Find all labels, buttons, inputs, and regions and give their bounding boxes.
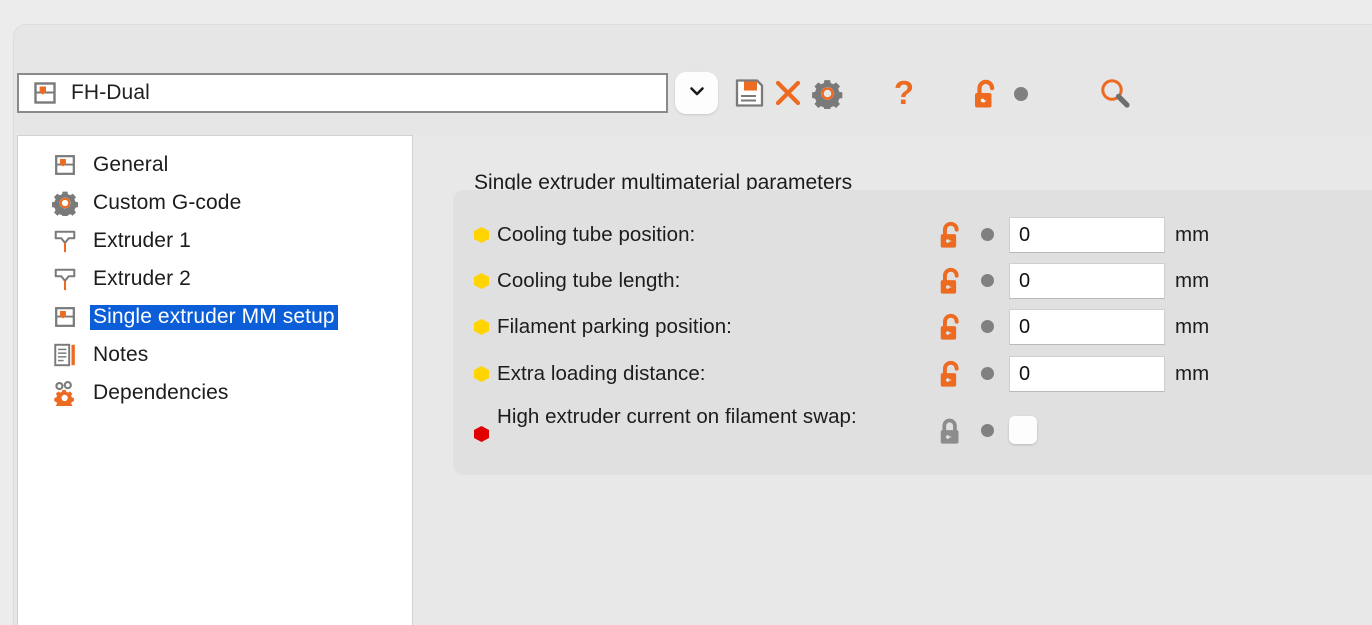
gears-dependencies-icon <box>52 380 78 406</box>
unlocked-padlock-icon[interactable] <box>937 267 965 295</box>
param-row-high-extruder-current: High extruder current on filament swap: <box>453 401 1372 459</box>
magnifier-icon <box>1097 76 1133 117</box>
preset-toolbar: FH-Dual ? <box>14 25 1372 120</box>
floppy-disk-icon <box>733 77 765 114</box>
system-value-dot[interactable] <box>981 228 994 241</box>
param-row-cooling-tube-position: Cooling tube position: 0 mm <box>453 217 1372 253</box>
save-preset-button[interactable] <box>731 78 767 112</box>
gear-icon <box>52 190 78 216</box>
yellow-hex-bullet <box>474 273 489 289</box>
help-button[interactable]: ? <box>886 74 922 117</box>
system-value-dot[interactable] <box>981 320 994 333</box>
notes-document-icon <box>52 342 78 368</box>
yellow-hex-bullet <box>474 227 489 243</box>
param-label: High extruder current on filament swap: <box>497 405 857 428</box>
high-extruder-current-checkbox[interactable] <box>1009 416 1037 444</box>
red-hex-bullet <box>474 426 489 442</box>
parameter-group-box: Cooling tube position: 0 mm Cooling tube… <box>453 190 1372 475</box>
question-mark-icon: ? <box>887 74 921 117</box>
sidebar-item-label: Custom G-code <box>93 190 242 214</box>
sidebar-item-general[interactable]: General <box>18 146 412 184</box>
system-value-dot[interactable] <box>1014 87 1028 101</box>
preset-combobox[interactable]: FH-Dual <box>17 73 668 113</box>
extra-loading-distance-input[interactable]: 0 <box>1009 356 1165 392</box>
unit-label: mm <box>1175 362 1210 385</box>
sidebar-item-custom-g-code[interactable]: Custom G-code <box>18 184 412 222</box>
param-row-extra-loading-distance: Extra loading distance: 0 mm <box>453 356 1372 392</box>
extruder-nozzle-icon <box>52 228 78 254</box>
close-x-icon <box>772 77 804 114</box>
sidebar-item-label: General <box>93 152 169 176</box>
system-value-dot[interactable] <box>981 367 994 380</box>
unit-label: mm <box>1175 269 1210 292</box>
sidebar-item-label: Notes <box>93 342 149 366</box>
printer-preset-icon <box>31 81 59 105</box>
sidebar-item-label: Extruder 2 <box>93 266 191 290</box>
param-label: Extra loading distance: <box>497 362 706 385</box>
filament-parking-position-input[interactable]: 0 <box>1009 309 1165 345</box>
preset-dropdown-button[interactable] <box>675 72 718 114</box>
printer-preset-icon <box>52 152 78 178</box>
param-label: Filament parking position: <box>497 315 732 338</box>
preset-name-value: FH-Dual <box>71 81 150 104</box>
sidebar-item-label: Extruder 1 <box>93 228 191 252</box>
unlocked-padlock-icon <box>971 79 1001 116</box>
lock-toggle-button[interactable] <box>969 79 1003 115</box>
param-row-filament-parking-position: Filament parking position: 0 mm <box>453 309 1372 345</box>
printer-preset-icon <box>52 304 78 330</box>
sidebar-item-extruder-1[interactable]: Extruder 1 <box>18 222 412 260</box>
sidebar-item-single-extruder-mm-setup[interactable]: Single extruder MM setup <box>18 298 412 336</box>
gear-icon <box>811 78 843 114</box>
unit-label: mm <box>1175 223 1210 246</box>
settings-nav-list[interactable]: General Custom G-code Extruder 1 Extrude… <box>17 135 413 625</box>
param-row-cooling-tube-length: Cooling tube length: 0 mm <box>453 263 1372 299</box>
sidebar-item-extruder-2[interactable]: Extruder 2 <box>18 260 412 298</box>
delete-preset-button[interactable] <box>770 78 806 112</box>
chevron-down-icon <box>687 81 707 106</box>
cooling-tube-length-input[interactable]: 0 <box>1009 263 1165 299</box>
unlocked-padlock-icon[interactable] <box>937 313 965 341</box>
svg-text:?: ? <box>894 76 914 111</box>
system-value-dot[interactable] <box>981 274 994 287</box>
settings-content-panel: Single extruder multimaterial parameters… <box>414 135 1372 625</box>
search-button[interactable] <box>1096 77 1134 115</box>
sidebar-item-dependencies[interactable]: Dependencies <box>18 374 412 412</box>
unlocked-padlock-icon[interactable] <box>937 221 965 249</box>
sidebar-item-label: Single extruder MM setup <box>90 304 338 330</box>
locked-padlock-icon[interactable] <box>937 417 965 445</box>
sidebar-item-label: Dependencies <box>93 380 229 404</box>
cooling-tube-position-input[interactable]: 0 <box>1009 217 1165 253</box>
unlocked-padlock-icon[interactable] <box>937 360 965 388</box>
preferences-window: FH-Dual ? General Custom G-code Extruder… <box>14 25 1372 625</box>
yellow-hex-bullet <box>474 319 489 335</box>
param-label: Cooling tube position: <box>497 223 696 246</box>
preset-settings-button[interactable] <box>810 79 844 113</box>
yellow-hex-bullet <box>474 366 489 382</box>
param-label: Cooling tube length: <box>497 269 681 292</box>
system-value-dot[interactable] <box>981 424 994 437</box>
unit-label: mm <box>1175 315 1210 338</box>
sidebar-item-notes[interactable]: Notes <box>18 336 412 374</box>
extruder-nozzle-icon <box>52 266 78 292</box>
